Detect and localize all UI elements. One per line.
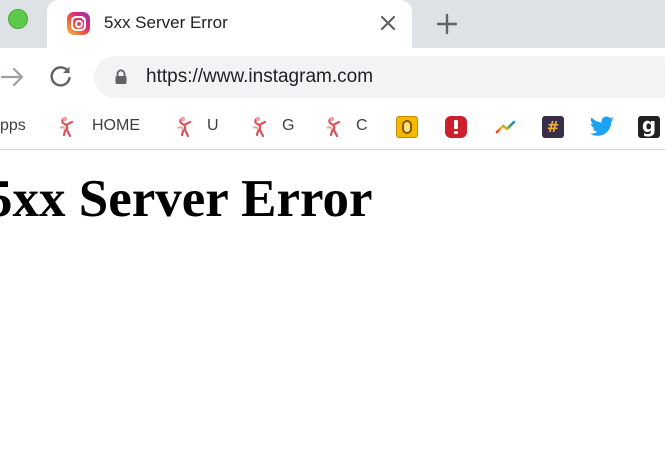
tab-title: 5xx Server Error [104,13,228,32]
hash-icon: # [542,116,564,138]
stork-icon [252,116,267,138]
url-text[interactable]: https://www.instagram.com [146,66,373,88]
stork-icon [326,116,341,138]
maximize-window-button[interactable] [8,9,28,29]
bookmark-apps[interactable]: pps [0,106,36,149]
bookmarks-bar: pps HOME U G C # g [0,106,665,150]
bookmark-hash[interactable]: # [542,106,568,149]
toolbar: https://www.instagram.com [0,48,665,106]
plus-icon[interactable] [433,10,461,38]
bookmark-g[interactable]: G [248,106,300,149]
bookmark-home[interactable]: HOME [55,106,150,149]
bookmark-c-label: C [356,117,368,134]
red-alert-badge-icon [445,116,467,138]
goodreads-g-icon: g [638,115,660,138]
rainbow-trend-icon [495,120,516,134]
address-bar[interactable]: https://www.instagram.com [94,56,665,98]
bookmark-twitter[interactable] [589,106,617,149]
bookmark-goodreads[interactable]: g [638,106,665,149]
lock-icon[interactable] [114,69,128,85]
bookmark-u[interactable]: U [173,106,225,149]
bookmark-u-label: U [207,117,219,134]
instagram-icon [67,12,90,35]
close-icon[interactable] [376,11,400,35]
error-heading: 5xx Server Error [0,170,373,228]
reload-icon[interactable] [48,63,74,89]
yellow-square-icon [396,116,418,138]
stork-icon [177,116,192,138]
arrow-right-icon[interactable] [0,65,26,89]
stork-icon [59,116,74,138]
browser-window: 5xx Server Error https://www.instagram.c… [0,0,665,449]
bookmark-trend[interactable] [494,106,520,149]
bookmark-yellow[interactable] [396,106,422,149]
tab-instagram[interactable]: 5xx Server Error [47,0,412,48]
tab-strip: 5xx Server Error [0,0,665,48]
bookmark-home-label: HOME [92,117,140,134]
page-content: 5xx Server Error [0,150,665,449]
bookmark-g-label: G [282,117,295,134]
twitter-bird-icon [589,116,614,136]
bookmark-c[interactable]: C [322,106,374,149]
bookmark-apps-label: pps [0,117,26,134]
bookmark-red-alert[interactable] [445,106,471,149]
